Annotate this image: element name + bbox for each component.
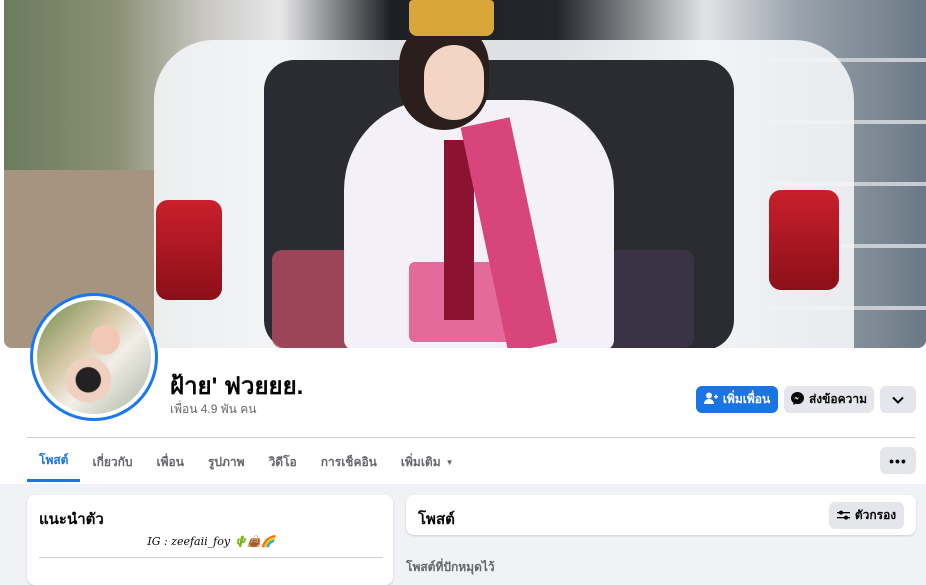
profile-picture[interactable] [30, 293, 158, 421]
tab-videos-label: วิดีโอ [268, 454, 297, 469]
cover-taillight-left [156, 200, 222, 300]
profile-tabs: โพสต์ เกี่ยวกับ เพื่อน รูปภาพ วิดีโอ การ… [27, 442, 466, 482]
intro-title: แนะนำตัว [39, 511, 104, 528]
messenger-icon [790, 391, 804, 408]
tab-photos[interactable]: รูปภาพ [196, 442, 257, 482]
tab-about-label: เกี่ยวกับ [92, 454, 133, 469]
intro-divider [39, 557, 383, 558]
tab-videos[interactable]: วิดีโอ [257, 442, 309, 482]
intro-bio: IG : zeefaii_foy 🌵👜🌈 [147, 535, 275, 548]
more-options-button[interactable] [880, 386, 916, 413]
header-divider [27, 437, 916, 438]
filter-label: ตัวกรอง [854, 508, 897, 522]
avatar [37, 300, 151, 414]
cover-person-face [424, 45, 484, 120]
cover-taillight-right [769, 190, 839, 290]
more-dots-icon: ••• [889, 452, 907, 469]
tabs-more-button[interactable]: ••• [880, 447, 916, 474]
add-friend-button[interactable]: เพิ่มเพื่อน [696, 386, 778, 413]
chevron-down-icon [892, 393, 904, 407]
pinned-posts-heading: โพสต์ที่ปักหมุดไว้ [406, 560, 495, 574]
filter-icon [836, 509, 850, 523]
caret-down-icon: ▼ [445, 457, 454, 467]
tab-more-label: เพิ่มเติม [400, 454, 441, 469]
message-button[interactable]: ส่งข้อความ [784, 386, 874, 413]
tab-about[interactable]: เกี่ยวกับ [80, 442, 144, 482]
tab-more[interactable]: เพิ่มเติม ▼ [389, 442, 466, 482]
tab-posts-label: โพสต์ [39, 453, 69, 467]
tab-photos-label: รูปภาพ [207, 454, 245, 469]
add-friend-label: เพิ่มเพื่อน [722, 392, 771, 406]
friend-count[interactable]: เพื่อน 4.9 พัน คน [170, 400, 256, 419]
tab-friends[interactable]: เพื่อน [145, 442, 196, 482]
tab-checkins[interactable]: การเช็คอิน [309, 442, 389, 482]
cover-photo[interactable] [4, 0, 926, 348]
filter-button[interactable]: ตัวกรอง [829, 502, 904, 529]
tab-friends-label: เพื่อน [156, 454, 184, 469]
intro-card: แนะนำตัว IG : zeefaii_foy 🌵👜🌈 [27, 495, 393, 585]
profile-header: ฝ้าย' ฟวยยย. เพื่อน 4.9 พัน คน เพิ่มเพื่… [0, 0, 926, 484]
tab-posts[interactable]: โพสต์ [27, 442, 81, 482]
message-label: ส่งข้อความ [808, 392, 867, 406]
tab-checkins-label: การเช็คอิน [320, 454, 377, 469]
add-friend-icon [703, 392, 718, 407]
cover-person-crown [409, 0, 494, 36]
posts-title: โพสต์ [418, 511, 455, 528]
